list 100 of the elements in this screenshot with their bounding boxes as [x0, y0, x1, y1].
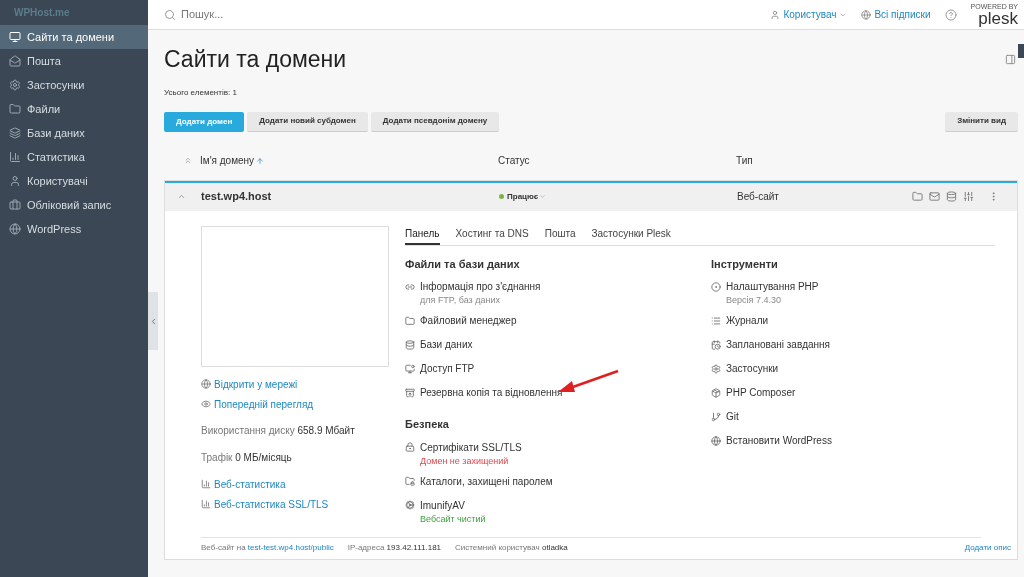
- sidebar-item[interactable]: Застосунки: [0, 73, 148, 97]
- eye-icon: [201, 399, 211, 409]
- tab[interactable]: Хостинг та DNS: [455, 225, 529, 245]
- tool-icon: [405, 363, 415, 374]
- mail-icon[interactable]: [929, 191, 940, 202]
- add-description-link[interactable]: Додати опис: [964, 542, 1011, 554]
- sidebar-item[interactable]: Сайти та домени: [0, 25, 148, 49]
- sidebar-item[interactable]: Користувачі: [0, 169, 148, 193]
- tool-link[interactable]: ImunifyAV: [405, 497, 711, 513]
- help-icon[interactable]: [944, 8, 957, 21]
- tool-icon: [711, 363, 721, 374]
- folder-icon[interactable]: [912, 191, 923, 202]
- add-button[interactable]: Додати новий субдомен: [247, 111, 368, 132]
- tab[interactable]: Застосунки Plesk: [591, 225, 671, 245]
- site-link[interactable]: Попередній перегляд: [201, 396, 405, 412]
- globe-icon: [861, 9, 872, 20]
- site-type: Веб-сайт: [737, 190, 780, 204]
- column-header[interactable]: Статус: [498, 153, 736, 168]
- sidebar-item-icon: [9, 175, 21, 187]
- usage-stat: Використання диску 658.9 Мбайт: [201, 423, 356, 438]
- sidebar-item-icon: [9, 151, 21, 163]
- user-menu[interactable]: Користувач: [770, 7, 848, 22]
- section-heading: Інструменти: [711, 256, 779, 272]
- section-heading: Безпека: [405, 417, 450, 432]
- section-heading: Файли та бази даних: [405, 256, 521, 272]
- site-location: Веб-сайт на test-test.wp4.host/public: [201, 542, 334, 554]
- item-note: Вебсайт чистий: [420, 513, 486, 525]
- sidebar-item[interactable]: Бази даних: [0, 121, 148, 145]
- caret-icon: [539, 193, 547, 200]
- site-path-link[interactable]: test-test.wp4.host/public: [247, 543, 334, 552]
- sidebar-item[interactable]: WordPress: [0, 217, 148, 241]
- collapse-sidebar-handle[interactable]: [148, 292, 158, 350]
- database-icon[interactable]: [946, 191, 957, 202]
- tool-link[interactable]: Бази даних: [405, 337, 711, 352]
- sidebar-item-icon: [9, 199, 21, 211]
- bar-chart-icon: [201, 499, 211, 509]
- tool-icon: [711, 281, 721, 292]
- sidebar-item[interactable]: Обліковий запис: [0, 193, 148, 217]
- sliders-icon[interactable]: [963, 191, 974, 202]
- stats-link[interactable]: Веб-статистика SSL/TLS: [201, 496, 405, 512]
- domain-name: test.wp4.host: [201, 189, 273, 205]
- status-dropdown[interactable]: Працює: [507, 190, 547, 203]
- stats-link[interactable]: Веб-статистика: [201, 476, 405, 492]
- tool-link[interactable]: Налаштування PHP: [711, 279, 1007, 294]
- system-user: Системний користувач otladka: [455, 542, 568, 554]
- tool-link[interactable]: Інформація про з'єднання: [405, 279, 711, 294]
- tool-link[interactable]: Сертифікати SSL/TLS: [405, 439, 711, 455]
- tool-icon: [405, 315, 415, 326]
- change-view-button[interactable]: Змінити вид: [945, 111, 1018, 132]
- sidebar-item[interactable]: Файли: [0, 97, 148, 121]
- tool-link[interactable]: Доступ FTP: [405, 361, 711, 376]
- site-link[interactable]: Відкрити у мережі: [201, 376, 405, 392]
- tool-link[interactable]: Каталоги, захищені паролем: [405, 473, 711, 489]
- tool-icon: [405, 476, 415, 486]
- sidebar-item[interactable]: Пошта: [0, 49, 148, 73]
- subscriptions-link[interactable]: Всі підписки: [861, 7, 931, 22]
- tool-link[interactable]: Файловий менеджер: [405, 313, 711, 328]
- tool-link[interactable]: Встановити WordPress: [711, 433, 1007, 448]
- tab[interactable]: Панель: [405, 225, 440, 245]
- item-note: Домен не захищений: [420, 455, 509, 467]
- tool-link[interactable]: PHP Composer: [711, 385, 1007, 400]
- item-note: для FTP, баз даних: [420, 295, 500, 306]
- sidebar-item-icon: [9, 79, 21, 91]
- sidebar-item-icon: [9, 31, 21, 43]
- sidebar-item-icon: [9, 55, 21, 67]
- sidebar-item[interactable]: Статистика: [0, 145, 148, 169]
- page-title: Сайти та домени: [164, 45, 347, 74]
- tool-icon: [405, 281, 415, 292]
- panel-toggle-icon[interactable]: [1005, 53, 1016, 65]
- search-field[interactable]: Пошук...: [181, 6, 381, 23]
- item-note: Версія 7.4.30: [726, 295, 781, 306]
- tool-link[interactable]: Резервна копія та відновлення: [405, 385, 711, 400]
- search-icon: [164, 8, 176, 21]
- sidebar-item-icon: [9, 127, 21, 139]
- total-count: Усього елементів: 1: [164, 86, 238, 99]
- add-button[interactable]: Додати псевдонім домену: [370, 111, 500, 132]
- tool-icon: [405, 339, 415, 350]
- tool-link[interactable]: Журнали: [711, 313, 1007, 328]
- tool-icon: [711, 339, 721, 350]
- column-header[interactable]: Тип: [736, 153, 753, 168]
- usage-stat: Трафік 0 МБ/місяць: [201, 450, 293, 465]
- tool-icon: [405, 442, 415, 452]
- sidebar-item-icon: [9, 103, 21, 115]
- tool-link[interactable]: Заплановані завдання: [711, 337, 1007, 352]
- brand-logo: plesk: [978, 9, 1018, 27]
- tool-icon: [711, 387, 721, 398]
- sidebar-item-icon: [9, 223, 21, 235]
- tool-icon: [711, 315, 721, 326]
- user-icon: [770, 9, 781, 20]
- tool-icon: [405, 387, 415, 398]
- tool-link[interactable]: Застосунки: [711, 361, 1007, 376]
- tab[interactable]: Пошта: [544, 225, 576, 245]
- logo: WPHost.me: [14, 6, 70, 20]
- column-header[interactable]: Ім'я домену: [200, 153, 498, 168]
- domain-row[interactable]: test.wp4.host Працює Веб-сайт: [165, 180, 1017, 211]
- bar-chart-icon: [201, 479, 211, 489]
- tool-link[interactable]: Git: [711, 409, 1007, 424]
- tool-icon: [711, 435, 721, 446]
- globe-icon: [201, 379, 211, 389]
- sort-icon: [256, 156, 265, 165]
